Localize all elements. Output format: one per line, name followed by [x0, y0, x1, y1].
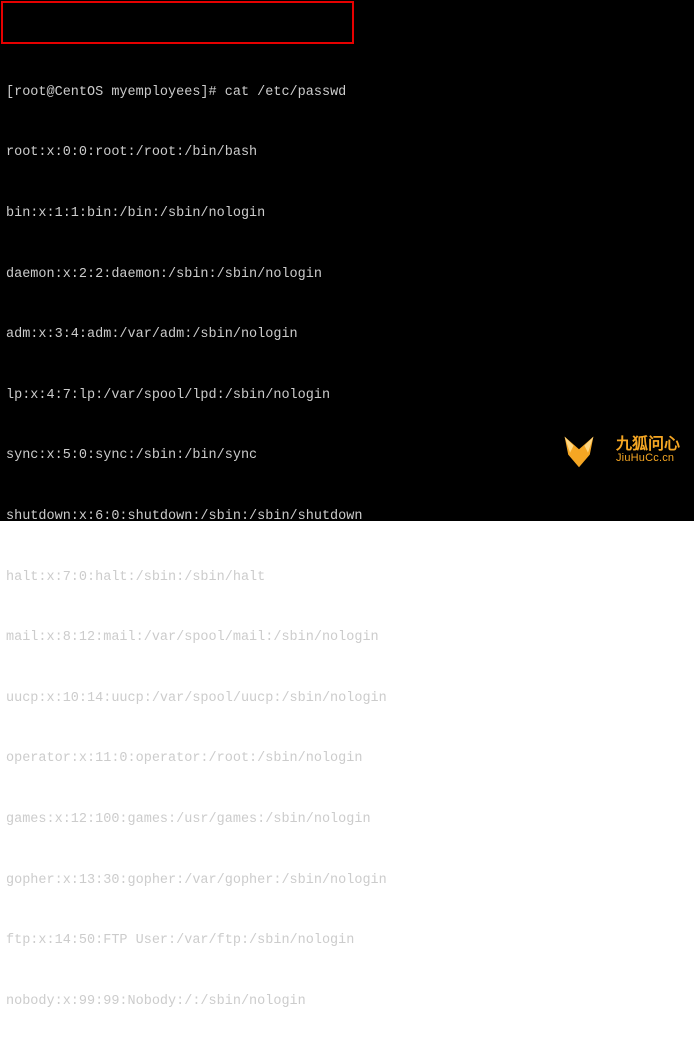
- output-line: uucp:x:10:14:uucp:/var/spool/uucp:/sbin/…: [6, 689, 688, 709]
- highlight-rectangle: [1, 1, 354, 44]
- output-line: daemon:x:2:2:daemon:/sbin:/sbin/nologin: [6, 265, 688, 285]
- watermark-sub: JiuHuCc.cn: [616, 453, 680, 464]
- output-line: bin:x:1:1:bin:/bin:/sbin/nologin: [6, 204, 688, 224]
- watermark-text: 九狐问心 JiuHuCc.cn: [616, 437, 680, 464]
- shell-prompt: [root@CentOS myemployees]#: [6, 85, 225, 100]
- output-line: shutdown:x:6:0:shutdown:/sbin:/sbin/shut…: [6, 507, 688, 527]
- output-line: halt:x:7:0:halt:/sbin:/sbin/halt: [6, 568, 688, 588]
- terminal-window[interactable]: [root@CentOS myemployees]# cat /etc/pass…: [0, 0, 694, 521]
- output-line: games:x:12:100:games:/usr/games:/sbin/no…: [6, 810, 688, 830]
- output-line: mail:x:8:12:mail:/var/spool/mail:/sbin/n…: [6, 628, 688, 648]
- output-line: ftp:x:14:50:FTP User:/var/ftp:/sbin/nolo…: [6, 931, 688, 951]
- fox-icon: [561, 392, 610, 509]
- watermark: 九狐问心 JiuHuCc.cn: [561, 392, 680, 509]
- output-line: root:x:0:0:root:/root:/bin/bash: [6, 143, 688, 163]
- output-line: nobody:x:99:99:Nobody:/:/sbin/nologin: [6, 992, 688, 1012]
- output-line: adm:x:3:4:adm:/var/adm:/sbin/nologin: [6, 325, 688, 345]
- output-line: gopher:x:13:30:gopher:/var/gopher:/sbin/…: [6, 871, 688, 891]
- output-line: operator:x:11:0:operator:/root:/sbin/nol…: [6, 749, 688, 769]
- typed-command: cat /etc/passwd: [225, 85, 347, 100]
- watermark-title: 九狐问心: [616, 437, 680, 453]
- command-line: [root@CentOS myemployees]# cat /etc/pass…: [6, 83, 688, 103]
